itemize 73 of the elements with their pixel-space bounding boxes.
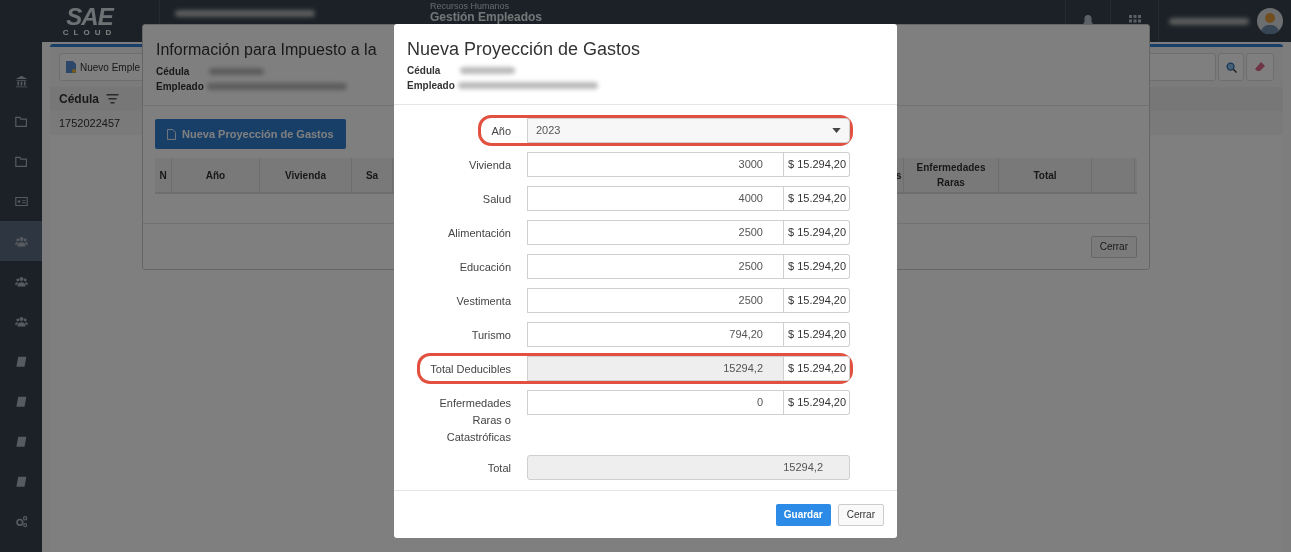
amount-addon: $ 15.294,20 xyxy=(784,254,850,279)
field-label: Empleado xyxy=(156,80,204,94)
users-icon xyxy=(14,274,28,288)
input-field[interactable]: 794,20 xyxy=(527,322,784,347)
readonly-field: 15294,2 xyxy=(527,356,784,381)
book-icon xyxy=(14,394,28,408)
bank-icon xyxy=(14,74,28,88)
field-label: Cédula xyxy=(407,64,441,78)
book-icon xyxy=(14,354,28,368)
amount-addon: $ 15.294,20 xyxy=(784,288,850,313)
users-icon xyxy=(14,234,28,248)
caret-icon xyxy=(832,128,841,133)
clear-button[interactable] xyxy=(1246,53,1274,81)
document-icon xyxy=(167,128,176,140)
column-header: Enfermedades Raras xyxy=(915,161,987,190)
field-label: Alimentación xyxy=(448,226,512,241)
input-field[interactable]: 2500 xyxy=(527,288,784,313)
logo: SAE xyxy=(66,5,113,28)
amount-addon: $ 15.294,20 xyxy=(784,186,850,211)
column-header: Año xyxy=(205,168,226,183)
input-field[interactable]: 3000 xyxy=(527,152,784,177)
field-label: Total Deducibles xyxy=(430,362,512,377)
module-name: Recursos Humanos xyxy=(430,1,511,11)
readonly-field: 15294,2 xyxy=(527,455,850,480)
input-field[interactable]: 2500 xyxy=(527,254,784,279)
column-header: Sa xyxy=(365,168,379,183)
year-select[interactable]: 2023 xyxy=(527,118,850,143)
field-label: Cédula xyxy=(156,65,190,79)
users-icon xyxy=(14,314,28,328)
sidebar-item[interactable] xyxy=(0,221,42,261)
amount-addon: $ 15.294,20 xyxy=(784,322,850,347)
field-label: Vestimenta xyxy=(456,294,512,309)
avatar[interactable] xyxy=(1257,8,1283,34)
field-label: Empleado xyxy=(407,79,455,93)
field-label: Turismo xyxy=(471,328,512,343)
document-icon xyxy=(66,61,76,73)
column-header: Cédula xyxy=(58,91,100,108)
input-field[interactable]: 2500 xyxy=(527,220,784,245)
field-label: Salud xyxy=(482,192,512,207)
search-icon xyxy=(1225,61,1237,73)
folder-icon xyxy=(14,114,28,128)
table-cell-text: 1752022457 xyxy=(59,115,121,131)
field-label: Vivienda xyxy=(469,158,512,173)
field-label: Enfermedades Raras o Catastróficas xyxy=(438,396,512,445)
book-icon xyxy=(14,474,28,488)
column-header: Vivienda xyxy=(285,168,326,183)
dialog-title: Nueva Proyección de Gastos xyxy=(407,38,641,60)
blurred-text xyxy=(460,67,516,74)
filter-icon[interactable] xyxy=(106,94,119,104)
amount-addon: $ 15.294,20 xyxy=(784,390,850,415)
save-button[interactable]: Guardar xyxy=(775,503,831,526)
search-button[interactable] xyxy=(1218,53,1244,81)
eraser-icon xyxy=(1254,61,1266,73)
column-header: s xyxy=(896,168,902,183)
amount-addon: $ 15.294,20 xyxy=(784,220,850,245)
id-card-icon xyxy=(14,194,28,208)
column-header: N xyxy=(159,168,167,183)
column-header: Total xyxy=(1033,168,1057,183)
folder-icon xyxy=(14,154,28,168)
amount-addon: $ 15.294,20 xyxy=(784,152,850,177)
input-field[interactable]: 4000 xyxy=(527,186,784,211)
field-label: Año xyxy=(491,124,512,139)
close-button[interactable]: Cerrar xyxy=(1090,235,1137,258)
page-title: Gestión Empleados xyxy=(430,11,543,23)
logo-subtitle: CLOUD xyxy=(62,27,117,37)
book-icon xyxy=(14,434,28,448)
gears-icon xyxy=(14,514,28,528)
amount-addon: $ 15.294,20 xyxy=(784,356,850,381)
field-label: Total xyxy=(487,461,512,476)
field-label: Educación xyxy=(459,260,512,275)
input-field[interactable]: 0 xyxy=(527,390,784,415)
close-button[interactable]: Cerrar xyxy=(837,503,884,526)
blurred-text xyxy=(209,68,265,75)
